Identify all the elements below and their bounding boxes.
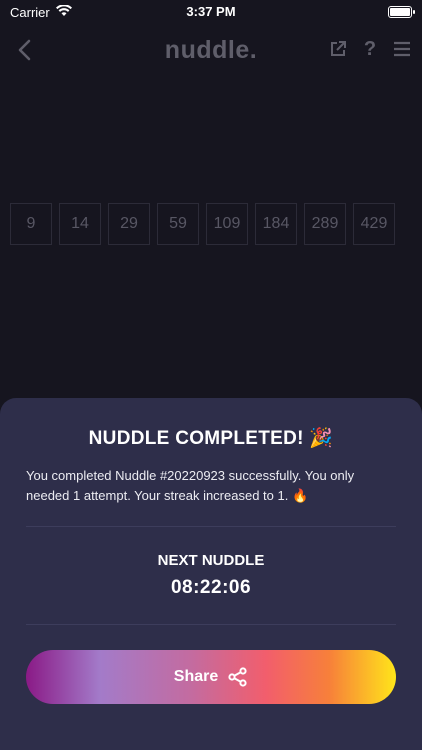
external-share-icon xyxy=(331,41,346,56)
sequence-cell: 9 xyxy=(10,203,52,245)
divider xyxy=(26,624,396,625)
share-link-button[interactable] xyxy=(328,38,348,60)
completed-title: NUDDLE COMPLETED! 🎉 xyxy=(88,428,334,449)
completion-message: You completed Nuddle #20220923 successfu… xyxy=(26,468,355,503)
help-button[interactable]: ? xyxy=(360,38,380,60)
sequence-cell: 429 xyxy=(353,203,395,245)
menu-button[interactable] xyxy=(392,38,412,60)
sequence-cell: 109 xyxy=(206,203,248,245)
divider xyxy=(26,526,396,527)
share-icon xyxy=(228,667,247,687)
hamburger-icon xyxy=(394,41,410,57)
sequence-cell: 29 xyxy=(108,203,150,245)
battery-icon xyxy=(388,6,415,18)
back-button[interactable] xyxy=(12,36,36,64)
share-button-label: Share xyxy=(173,668,219,685)
sequence-cell: 184 xyxy=(255,203,297,245)
share-button[interactable]: Share xyxy=(26,650,396,704)
next-nuddle-label: NEXT NUDDLE xyxy=(157,552,265,569)
status-time: 3:37 PM xyxy=(186,4,236,19)
sequence-cell: 59 xyxy=(157,203,199,245)
nav-bar: nuddle. ? xyxy=(0,28,422,72)
sequence-cell: 14 xyxy=(59,203,101,245)
countdown-timer: 08:22:06 xyxy=(170,577,252,598)
sequence-cell: 289 xyxy=(304,203,346,245)
question-icon: ? xyxy=(363,37,377,60)
chevron-left-icon xyxy=(18,39,31,61)
number-sequence: 9 14 29 59 109 184 289 429 xyxy=(10,203,395,245)
status-bar: Carrier 3:37 PM xyxy=(0,0,422,24)
result-sheet: NUDDLE COMPLETED! 🎉 You completed Nuddle… xyxy=(0,398,422,750)
brand-logo: nuddle. xyxy=(164,35,258,64)
